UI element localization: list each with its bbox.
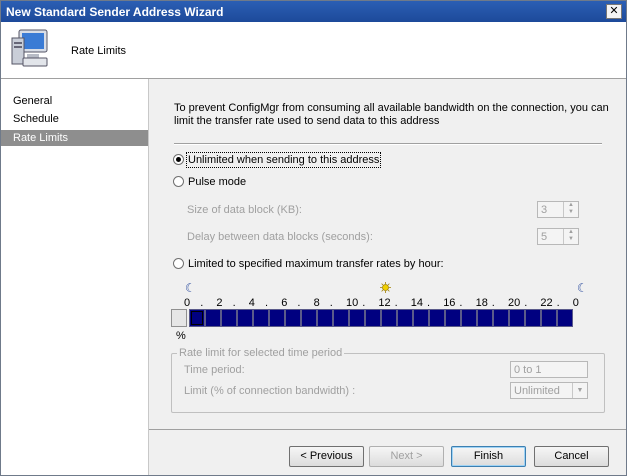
all-hours-cell[interactable] [171,309,187,327]
hour-tick-label: 8 [313,297,320,309]
stepper-down-icon[interactable]: ▼ [564,236,578,243]
limited-label[interactable]: Limited to specified maximum transfer ra… [188,258,444,270]
hour-cell[interactable] [525,309,541,327]
hour-tick-label: 22 [540,297,553,309]
close-icon[interactable]: ✕ [606,4,622,19]
stepper-down-icon[interactable]: ▼ [564,209,578,216]
pulse-mode-label[interactable]: Pulse mode [188,176,246,188]
moon-icon: ☾ [185,281,196,295]
window-title: New Standard Sender Address Wizard [6,5,224,19]
main-panel: To prevent ConfigMgr from consuming all … [149,79,626,429]
page-title: Rate Limits [71,45,127,57]
block-size-stepper[interactable]: 3 ▲ ▼ [537,201,579,218]
hour-tick-label: 0 [184,297,191,309]
block-size-value: 3 [541,204,548,216]
hour-cell[interactable] [365,309,381,327]
pulse-mode-radio[interactable] [173,176,184,187]
time-period-label: Time period: [184,364,245,376]
hour-cell[interactable] [317,309,333,327]
wizard-nav: General Schedule Rate Limits [1,79,149,475]
finish-button[interactable]: Finish [451,446,526,467]
wizard-header: Rate Limits [1,22,626,79]
hour-cell[interactable] [461,309,477,327]
hour-tick-label: . [394,297,398,309]
sun-icon [380,282,391,293]
limit-value: Unlimited [514,385,560,397]
hour-tick-label: 16 [443,297,456,309]
hour-tick-label: . [491,297,495,309]
delay-label: Delay between data blocks (seconds): [187,231,373,243]
hour-cell[interactable] [509,309,525,327]
limit-select[interactable]: Unlimited ▼ [510,382,588,399]
stepper-up-icon[interactable]: ▲ [564,229,578,236]
computer-icon [9,28,53,73]
hour-tick-label: . [524,297,528,309]
unlimited-label[interactable]: Unlimited when sending to this address [185,152,382,168]
hour-cell[interactable] [285,309,301,327]
hour-tick-label: . [265,297,269,309]
block-size-label: Size of data block (KB): [187,204,302,216]
chevron-down-icon[interactable]: ▼ [572,383,587,398]
hour-cell[interactable] [301,309,317,327]
hour-tick-label: . [459,297,463,309]
rate-limit-group: Rate limit for selected time period Time… [171,347,605,413]
stepper-up-icon[interactable]: ▲ [564,202,578,209]
hour-tick-label: 18 [475,297,488,309]
hour-cell[interactable] [221,309,237,327]
hour-tick-label: . [427,297,431,309]
hour-cell[interactable] [205,309,221,327]
percent-label: % [176,330,186,342]
hour-cell[interactable] [333,309,349,327]
nav-item-rate-limits[interactable]: Rate Limits [1,130,148,146]
delay-stepper[interactable]: 5 ▲ ▼ [537,228,579,245]
hour-cell[interactable] [477,309,493,327]
hour-tick-label: 0 [572,297,579,309]
limit-label: Limit (% of connection bandwidth) : [184,385,356,397]
hour-tick-label: . [200,297,204,309]
hour-tick-label: . [329,297,333,309]
hour-cell[interactable] [557,309,573,327]
group-legend: Rate limit for selected time period [177,347,345,359]
cancel-button[interactable]: Cancel [534,446,609,467]
hour-cell[interactable] [429,309,445,327]
separator [174,143,602,145]
unlimited-radio[interactable] [173,154,184,165]
limited-radio[interactable] [173,258,184,269]
hour-cell[interactable] [413,309,429,327]
nav-item-general[interactable]: General [1,93,148,109]
wizard-window: New Standard Sender Address Wizard ✕ Rat… [0,0,627,476]
hour-cell[interactable] [189,309,205,327]
hour-cell[interactable] [349,309,365,327]
hour-tick-label: . [232,297,236,309]
hour-tick-label: 6 [281,297,288,309]
hour-tick-label: 2 [216,297,223,309]
hour-tick-label: . [297,297,301,309]
hour-cell[interactable] [253,309,269,327]
next-button[interactable]: Next > [369,446,444,467]
hour-cell[interactable] [237,309,253,327]
hour-tick-label: 12 [378,297,391,309]
hour-grid[interactable] [171,309,573,329]
hour-cell[interactable] [445,309,461,327]
hour-tick-label: 4 [248,297,255,309]
wizard-footer: < Previous Next > Finish Cancel [149,429,626,475]
previous-button[interactable]: < Previous [289,446,364,467]
hour-cell[interactable] [397,309,413,327]
delay-value: 5 [541,231,548,243]
hour-tick-label: 14 [410,297,424,309]
hour-cell[interactable] [541,309,557,327]
description-text: To prevent ConfigMgr from consuming all … [174,102,609,127]
hour-tick-label: 20 [508,297,521,309]
hour-cell[interactable] [493,309,509,327]
hour-cell[interactable] [269,309,285,327]
hour-cell[interactable] [381,309,397,327]
hour-tick-labels: 0. 2. 4. 6. 8. 10. 12. 14. 16. 18. 20. 22. 0 [184,297,586,309]
hour-tick-label: . [362,297,366,309]
time-period-field[interactable]: 0 to 1 [510,361,588,378]
title-bar: New Standard Sender Address Wizard ✕ [1,1,626,22]
hour-tick-label: 10 [346,297,359,309]
nav-item-schedule[interactable]: Schedule [1,111,148,127]
hour-tick-label: . [556,297,560,309]
moon-icon: ☾ [577,281,588,295]
